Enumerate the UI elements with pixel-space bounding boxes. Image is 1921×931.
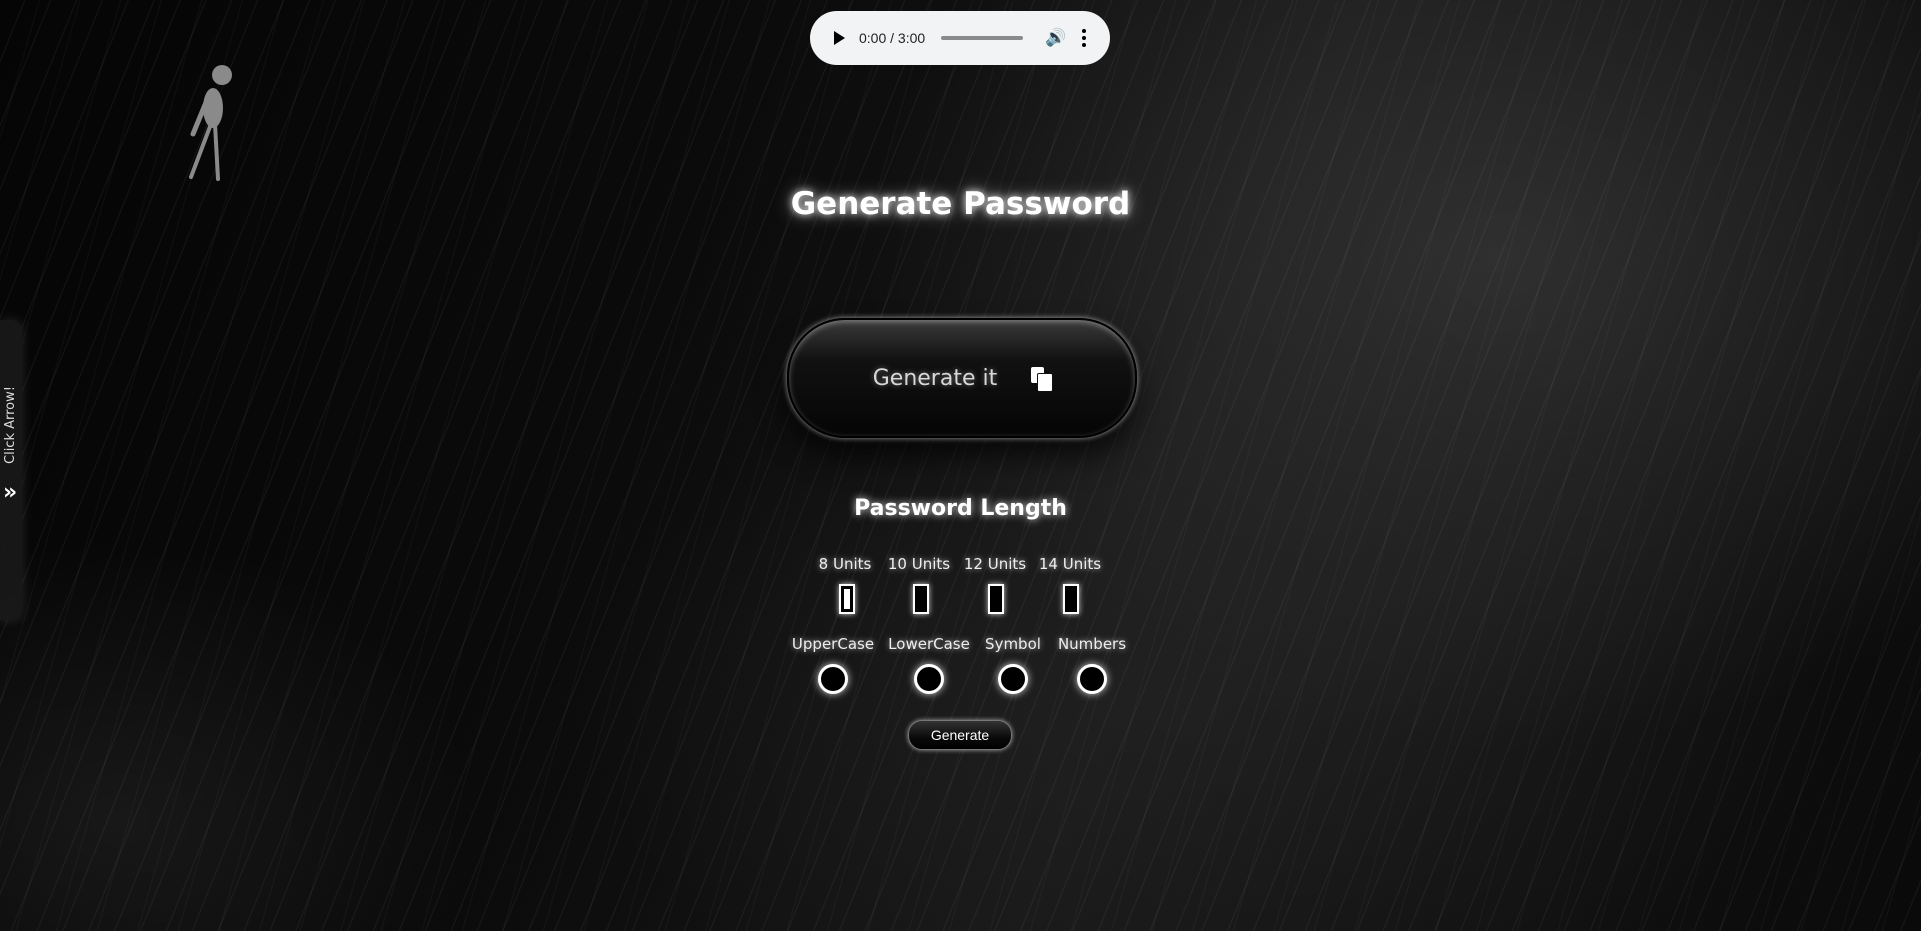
numbers-toggle[interactable] xyxy=(1077,664,1107,694)
lowercase-label: LowerCase xyxy=(888,635,970,653)
volume-icon[interactable]: 🔊 xyxy=(1045,28,1066,48)
length-label-8: 8 Units xyxy=(818,555,872,573)
generate-button[interactable]: Generate xyxy=(908,720,1012,750)
generated-password-text: Generate it xyxy=(872,365,998,391)
stick-figure-icon xyxy=(189,65,232,181)
uppercase-label: UpperCase xyxy=(791,635,875,653)
page-title: Generate Password xyxy=(790,186,1131,222)
length-label-10: 10 Units xyxy=(887,555,951,573)
audio-progress-bar[interactable] xyxy=(941,36,1024,40)
audio-player[interactable]: 0:00 / 3:00 🔊 xyxy=(810,11,1110,65)
lowercase-toggle[interactable] xyxy=(914,664,944,694)
numbers-label: Numbers xyxy=(1057,635,1127,653)
password-length-title: Password Length xyxy=(854,496,1067,521)
length-label-14: 14 Units xyxy=(1038,555,1102,573)
symbol-label: Symbol xyxy=(985,635,1041,653)
play-icon[interactable] xyxy=(834,31,845,45)
audio-time: 0:00 / 3:00 xyxy=(859,30,926,46)
length-checkbox-8[interactable] xyxy=(839,584,855,614)
generated-password-display[interactable]: Generate it xyxy=(787,318,1137,438)
uppercase-toggle[interactable] xyxy=(818,664,848,694)
more-options-icon[interactable] xyxy=(1082,29,1087,47)
length-checkbox-14[interactable] xyxy=(1063,584,1079,614)
length-checkbox-12[interactable] xyxy=(988,584,1004,614)
length-label-12: 12 Units xyxy=(963,555,1027,573)
symbol-toggle[interactable] xyxy=(998,664,1028,694)
length-checkbox-10[interactable] xyxy=(913,584,929,614)
rain-overlay xyxy=(0,0,1921,931)
copy-icon[interactable] xyxy=(1031,367,1054,392)
side-panel-label: Click Arrow! xyxy=(3,386,18,464)
